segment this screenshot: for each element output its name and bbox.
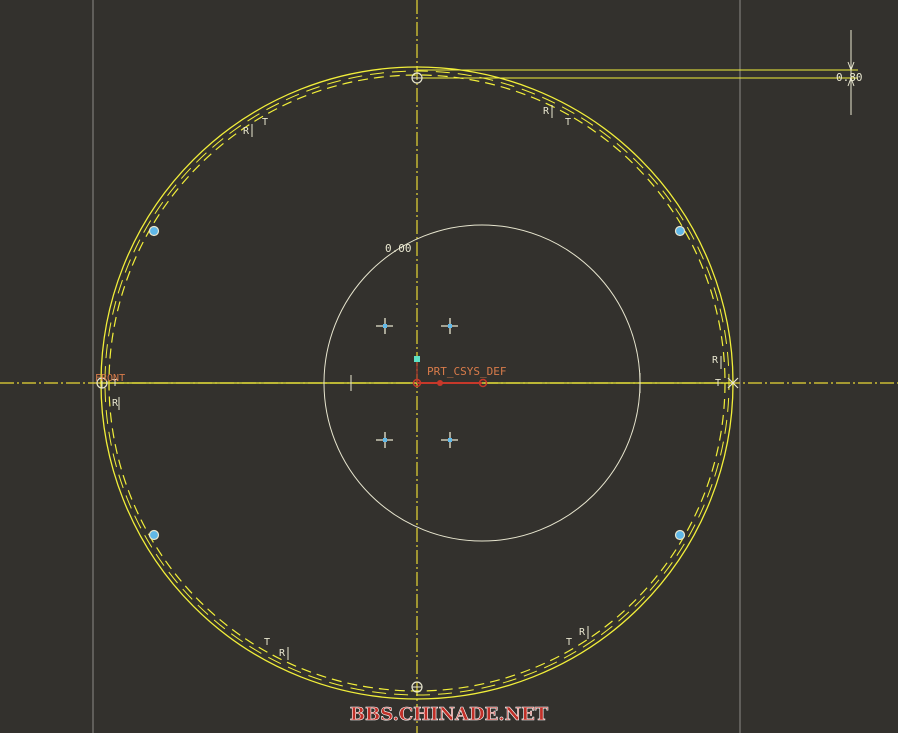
constraint-r-upper-right[interactable]: R — [543, 106, 550, 117]
constraint-t-upper-left[interactable]: T — [262, 117, 268, 128]
constraint-t-upper-right[interactable]: T — [565, 117, 571, 128]
dimension-top[interactable]: 0.80 — [417, 30, 863, 115]
sketch-point-upper-right[interactable] — [441, 318, 458, 334]
csys-label[interactable]: PRT_CSYS_DEF — [427, 365, 506, 378]
dim-inner-value[interactable]: 0.00 — [385, 242, 412, 255]
point-marker-upper-left[interactable] — [148, 225, 160, 237]
sketch-point-lower-left[interactable] — [376, 432, 393, 448]
coordinate-system[interactable]: PRT_CSYS_DEF — [412, 356, 507, 388]
constraint-r-lower-left[interactable]: R — [279, 648, 286, 659]
constraint-t-lower-right[interactable]: T — [566, 637, 572, 648]
point-marker-lower-left[interactable] — [148, 529, 160, 541]
csys-mid-dot — [437, 380, 443, 386]
csys-y-marker — [414, 356, 420, 362]
constraint-t-right[interactable]: T — [715, 378, 721, 389]
constraint-r-right[interactable]: R — [712, 355, 719, 366]
front-datum-label[interactable]: FRONT — [95, 373, 125, 384]
point-marker-upper-right[interactable] — [674, 225, 686, 237]
watermark-text: BBS.CHINADE.NET — [350, 704, 549, 725]
constraint-r-left[interactable]: R — [112, 398, 119, 409]
sketch-canvas[interactable]: 0.80 0.00 R T R T R T T R T R T R FRONT … — [0, 0, 898, 733]
constraint-r-upper-left[interactable]: R — [243, 126, 250, 137]
constraint-t-lower-left[interactable]: T — [264, 637, 270, 648]
dim-top-value[interactable]: 0.80 — [836, 71, 863, 84]
sketch-point-lower-right[interactable] — [441, 432, 458, 448]
sketch-point-upper-left[interactable] — [376, 318, 393, 334]
constraint-r-lower-right[interactable]: R — [579, 627, 586, 638]
point-marker-lower-right[interactable] — [674, 529, 686, 541]
